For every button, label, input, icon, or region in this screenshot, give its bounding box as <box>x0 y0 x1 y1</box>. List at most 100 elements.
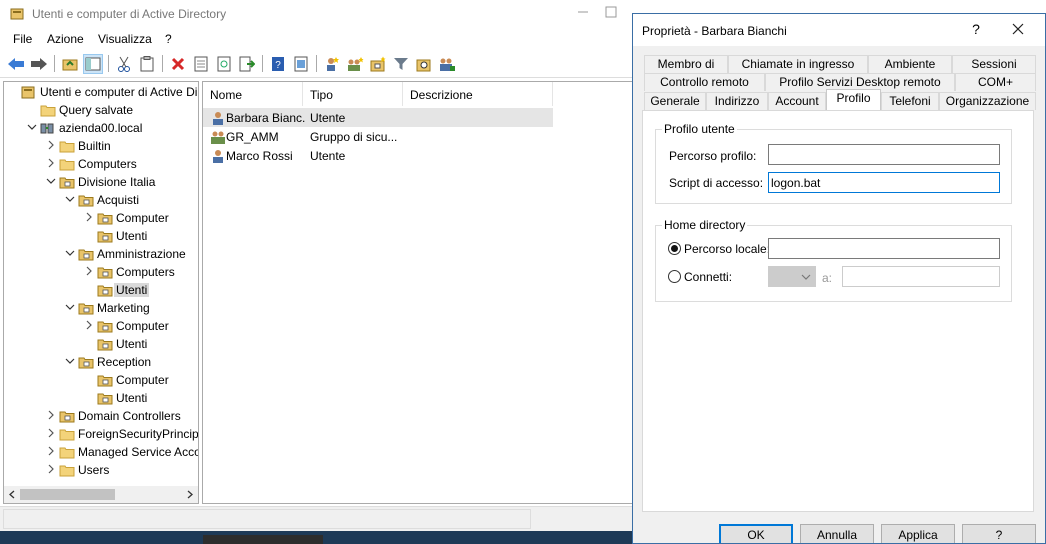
tab-com-plus[interactable]: COM+ <box>955 73 1036 91</box>
logon-script-label: Script di accesso: <box>669 176 764 190</box>
cut-button[interactable] <box>114 54 134 74</box>
clipboard-button[interactable] <box>137 54 157 74</box>
tree-item-label: Computer <box>116 319 169 333</box>
console-tree-icon <box>85 57 101 71</box>
user-icon <box>213 150 223 163</box>
ok-button[interactable]: OK <box>719 524 793 543</box>
add-to-group-icon <box>440 58 455 71</box>
connect-path-input[interactable] <box>842 266 1000 287</box>
close-icon[interactable] <box>1011 22 1025 36</box>
tab-chiamate-in-ingresso[interactable]: Chiamate in ingresso <box>728 55 868 73</box>
find-button[interactable] <box>414 54 434 74</box>
ou-icon <box>97 231 113 243</box>
context-help-button[interactable]: ? <box>970 21 982 37</box>
tree-item-label: Utenti <box>116 337 148 351</box>
console-tree[interactable]: Utenti e computer di Active Direct Query … <box>3 81 199 504</box>
filter-button[interactable] <box>391 54 411 74</box>
up-folder-button[interactable] <box>60 54 80 74</box>
list-cell-type: Utente <box>310 111 346 125</box>
scroll-left-icon[interactable] <box>8 490 16 499</box>
tree-item-label: Query salvate <box>59 103 134 117</box>
home-directory-group-title: Home directory <box>662 218 748 232</box>
back-button[interactable] <box>6 54 26 74</box>
help-button[interactable]: ? <box>268 54 288 74</box>
cancel-button[interactable]: Annulla <box>800 524 874 543</box>
properties-button[interactable] <box>191 54 211 74</box>
ou-icon <box>78 195 94 207</box>
folder-icon <box>59 141 75 153</box>
tab-telefoni[interactable]: Telefoni <box>881 92 939 110</box>
chevron-down-icon[interactable] <box>27 122 37 132</box>
forward-button[interactable] <box>29 54 49 74</box>
details-list[interactable]: Nome Tipo Descrizione Barbara Bianc... Ut… <box>202 81 642 504</box>
tab-generale[interactable]: Generale <box>644 92 706 110</box>
help-dialog-button[interactable]: ? <box>962 524 1036 543</box>
chevron-right-icon[interactable] <box>46 464 56 474</box>
minimize-icon[interactable] <box>574 3 592 21</box>
properties-icon <box>194 56 208 72</box>
tree-horizontal-scrollbar[interactable] <box>4 486 198 503</box>
menu-azione[interactable]: Azione <box>47 32 84 46</box>
ou-icon <box>97 213 113 225</box>
list-row[interactable]: GR_AMM Gruppo di sicu... <box>203 127 553 146</box>
logon-script-input[interactable]: logon.bat <box>768 172 1000 193</box>
menu-file[interactable]: File <box>13 32 32 46</box>
chevron-right-icon[interactable] <box>84 266 94 276</box>
drive-letter-combo[interactable] <box>768 266 816 287</box>
folder-icon <box>59 429 75 441</box>
tab-organizzazione[interactable]: Organizzazione <box>939 92 1036 110</box>
local-path-input[interactable] <box>768 238 1000 259</box>
profile-path-input[interactable] <box>768 144 1000 165</box>
tab-sessioni[interactable]: Sessioni <box>952 55 1036 73</box>
chevron-right-icon[interactable] <box>46 410 56 420</box>
local-path-radio[interactable] <box>668 242 681 255</box>
scroll-thumb[interactable] <box>20 489 115 500</box>
new-ou-button[interactable] <box>368 54 388 74</box>
column-header-nome[interactable]: Nome <box>203 82 303 106</box>
maximize-icon[interactable] <box>602 3 620 21</box>
list-cell-name: GR_AMM <box>226 130 279 144</box>
chevron-right-icon[interactable] <box>46 446 56 456</box>
column-header-tipo[interactable]: Tipo <box>303 82 403 106</box>
chevron-right-icon[interactable] <box>46 158 56 168</box>
details-view-button[interactable] <box>291 54 311 74</box>
tab-membro-di[interactable]: Membro di <box>644 55 728 73</box>
list-cell-name: Barbara Bianc... <box>226 111 306 125</box>
chevron-right-icon[interactable] <box>46 140 56 150</box>
menu-help[interactable]: ? <box>165 32 172 46</box>
chevron-down-icon[interactable] <box>65 248 75 258</box>
refresh-button[interactable] <box>214 54 234 74</box>
aduc-root-icon <box>21 86 35 99</box>
column-header-descrizione[interactable]: Descrizione <box>403 82 553 106</box>
local-path-label: Percorso locale: <box>684 242 771 256</box>
chevron-right-icon[interactable] <box>84 320 94 330</box>
chevron-down-icon[interactable] <box>65 302 75 312</box>
chevron-right-icon[interactable] <box>46 428 56 438</box>
add-to-group-button[interactable] <box>437 54 457 74</box>
console-tree-button[interactable] <box>83 54 103 74</box>
new-user-button[interactable] <box>322 54 342 74</box>
new-group-button[interactable] <box>345 54 365 74</box>
chevron-down-icon[interactable] <box>65 356 75 366</box>
export-icon <box>239 56 255 72</box>
delete-button[interactable] <box>168 54 188 74</box>
chevron-right-icon[interactable] <box>84 212 94 222</box>
tab-account[interactable]: Account <box>768 92 826 110</box>
connect-radio[interactable] <box>668 270 681 283</box>
scroll-right-icon[interactable] <box>186 490 194 499</box>
tab-indirizzo[interactable]: Indirizzo <box>706 92 768 110</box>
export-list-button[interactable] <box>237 54 257 74</box>
tab-ambiente[interactable]: Ambiente <box>868 55 952 73</box>
dialog-title-bar: Proprietà - Barbara Bianchi ? <box>633 14 1045 46</box>
tab-profilo[interactable]: Profilo <box>826 89 881 110</box>
tree-item-label: ForeignSecurityPrincipals <box>78 427 199 441</box>
tab-controllo-remoto[interactable]: Controllo remoto <box>644 73 765 91</box>
profile-group-title: Profilo utente <box>662 122 737 136</box>
tree-item-label: Computer <box>116 373 169 387</box>
list-row[interactable]: Barbara Bianc... Utente <box>203 108 553 127</box>
chevron-down-icon[interactable] <box>46 176 56 186</box>
list-row[interactable]: Marco Rossi Utente <box>203 146 553 165</box>
chevron-down-icon[interactable] <box>65 194 75 204</box>
menu-visualizza[interactable]: Visualizza <box>98 32 152 46</box>
apply-button[interactable]: Applica <box>881 524 955 543</box>
